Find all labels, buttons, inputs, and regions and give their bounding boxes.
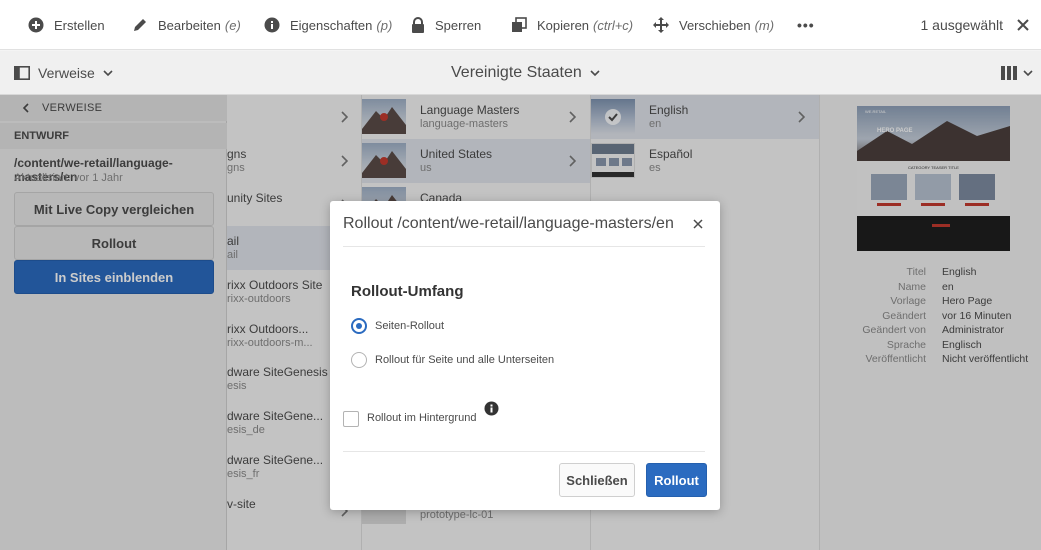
- lock-label: Sperren: [435, 17, 482, 33]
- properties-label: Eigenschaften: [290, 17, 373, 33]
- more-actions-button[interactable]: •••: [797, 0, 815, 50]
- chevron-down-icon: [1023, 70, 1033, 77]
- edit-button[interactable]: Bearbeiten (e): [132, 0, 241, 50]
- info-icon[interactable]: [484, 401, 499, 416]
- more-icon: •••: [797, 17, 815, 33]
- lock-button[interactable]: Sperren: [411, 0, 481, 50]
- header-bar: Verweise Vereinigte Staaten: [0, 51, 1041, 95]
- rail-panel-icon: [14, 66, 30, 80]
- dialog-divider: [343, 451, 705, 452]
- page-title: Vereinigte Staaten: [451, 64, 582, 81]
- view-switcher[interactable]: [1001, 51, 1033, 95]
- plus-circle-icon: [28, 17, 44, 33]
- breadcrumb-title[interactable]: Vereinigte Staaten: [451, 51, 600, 95]
- rollout-dialog: Rollout /content/we-retail/language-mast…: [330, 201, 720, 510]
- close-selection-icon[interactable]: [1015, 17, 1031, 33]
- radio-page-rollout[interactable]: [351, 318, 367, 334]
- rail-selector-label: Verweise: [38, 65, 95, 81]
- background-rollout-checkbox[interactable]: [343, 411, 359, 427]
- rollout-scope-heading: Rollout-Umfang: [351, 283, 464, 300]
- edit-label: Bearbeiten: [158, 17, 221, 33]
- copy-shortcut: (ctrl+c): [593, 17, 634, 33]
- rail-selector[interactable]: Verweise: [14, 51, 113, 95]
- create-label: Erstellen: [54, 17, 105, 33]
- edit-shortcut: (e): [224, 17, 241, 33]
- move-icon: [653, 17, 669, 33]
- copy-label: Kopieren: [537, 17, 590, 33]
- chevron-down-icon: [590, 70, 600, 77]
- move-label: Verschieben: [679, 17, 751, 33]
- rollout-button[interactable]: Rollout: [646, 463, 707, 497]
- dialog-title: Rollout /content/we-retail/language-mast…: [343, 215, 674, 232]
- create-button[interactable]: Erstellen: [28, 0, 105, 50]
- copy-icon: [512, 17, 527, 32]
- action-bar: Erstellen Bearbeiten (e) Eigenschaften (…: [0, 0, 1041, 50]
- pencil-icon: [134, 19, 146, 31]
- properties-shortcut: (p): [376, 17, 393, 33]
- radio-page-rollout-label: Seiten-Rollout: [375, 320, 445, 332]
- move-shortcut: (m): [754, 17, 775, 33]
- radio-page-and-subpages[interactable]: [351, 352, 367, 368]
- copy-button[interactable]: Kopieren (ctrl+c): [511, 0, 633, 50]
- column-view-icon: [1001, 66, 1017, 80]
- properties-button[interactable]: Eigenschaften (p): [264, 0, 392, 50]
- radio-page-and-subpages-label: Rollout für Seite und alle Unterseiten: [375, 354, 555, 366]
- lock-icon: [412, 17, 424, 33]
- close-icon[interactable]: [693, 219, 703, 229]
- background-rollout-label: Rollout im Hintergrund: [367, 412, 477, 424]
- move-button[interactable]: Verschieben (m): [653, 0, 774, 50]
- chevron-down-icon: [103, 70, 113, 77]
- dialog-divider: [343, 246, 705, 247]
- info-icon: [264, 17, 280, 33]
- close-button[interactable]: Schließen: [559, 463, 635, 497]
- selection-count: 1 ausgewählt: [920, 17, 1003, 33]
